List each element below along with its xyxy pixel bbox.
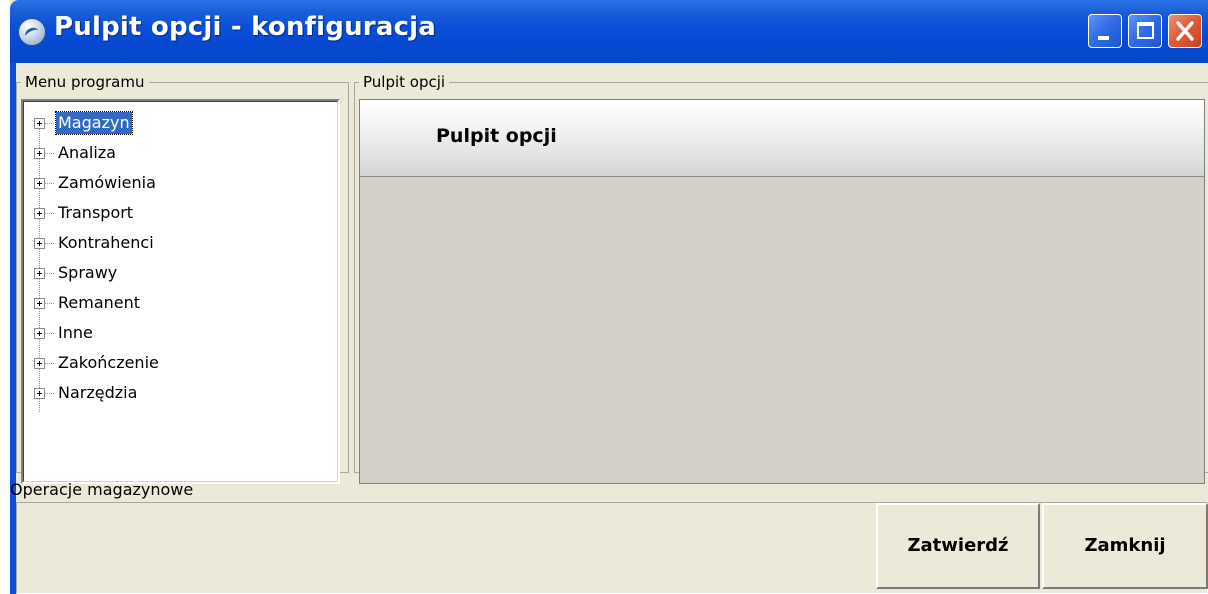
tree-item-label: Sprawy (58, 263, 118, 282)
maximize-icon (1137, 22, 1154, 39)
options-header: Pulpit opcji (360, 100, 1204, 177)
menu-tree-inner: Magazyn Analiza Zamówienia Transport Kon… (23, 101, 338, 482)
tree-item-label: Analiza (58, 143, 116, 162)
title-bar[interactable]: Pulpit opcji - konfiguracja (10, 0, 1208, 63)
app-globe-icon (18, 18, 46, 46)
status-description: Operacje magazynowe (10, 480, 194, 499)
close-icon (1176, 21, 1194, 41)
tree-item-label: Transport (58, 203, 134, 222)
window-title: Pulpit opcji - konfiguracja (54, 12, 437, 42)
plus-expander-icon[interactable] (34, 148, 45, 159)
tree-item-label: Narzędzia (58, 383, 138, 402)
program-menu-group: Menu programu Magazyn Analiza Zamówienia (16, 73, 349, 484)
plus-expander-icon[interactable] (34, 388, 45, 399)
plus-expander-icon[interactable] (34, 178, 45, 189)
options-desktop-group: Pulpit opcji Pulpit opcji (354, 73, 1208, 484)
close-window-button[interactable] (1168, 14, 1202, 48)
tree-item-label: Magazyn (55, 111, 133, 135)
plus-expander-icon[interactable] (34, 328, 45, 339)
options-desktop-legend: Pulpit opcji (363, 73, 446, 91)
options-panel: Pulpit opcji (359, 99, 1205, 484)
options-header-title: Pulpit opcji (436, 125, 557, 147)
tree-item-label: Zakończenie (58, 353, 159, 372)
plus-expander-icon[interactable] (34, 238, 45, 249)
tree-item-label: Inne (58, 323, 93, 342)
plus-expander-icon[interactable] (34, 208, 45, 219)
tree-item-label: Kontrahenci (58, 233, 154, 252)
close-button[interactable]: Zamknij (1042, 503, 1208, 589)
tree-item-label: Zamówienia (58, 173, 156, 192)
tree-item-label: Remanent (58, 293, 141, 312)
program-menu-legend: Menu programu (25, 73, 145, 91)
plus-expander-icon[interactable] (34, 358, 45, 369)
dialog-window: Pulpit opcji - konfiguracja Menu program… (10, 0, 1208, 594)
minimize-button[interactable] (1088, 14, 1122, 48)
minimize-icon (1098, 36, 1109, 40)
menu-tree[interactable]: Magazyn Analiza Zamówienia Transport Kon… (21, 99, 340, 484)
confirm-button[interactable]: Zatwierdź (876, 503, 1040, 589)
plus-expander-icon[interactable] (34, 268, 45, 279)
plus-expander-icon[interactable] (34, 298, 45, 309)
maximize-button[interactable] (1128, 14, 1162, 48)
plus-expander-icon[interactable] (34, 118, 45, 129)
